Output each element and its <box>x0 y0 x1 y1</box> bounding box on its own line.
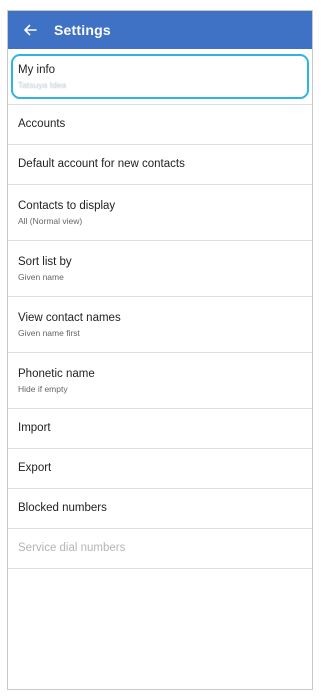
item-label: Service dial numbers <box>18 542 126 554</box>
item-label: Phonetic name <box>18 367 95 380</box>
settings-item-view-contact-names[interactable]: View contact names Given name first <box>8 297 312 353</box>
item-label: Contacts to display <box>18 199 116 212</box>
arrow-left-icon <box>24 24 37 36</box>
settings-item-my-info[interactable]: My info Tatsuya Idea <box>8 49 312 105</box>
settings-item-sort-list-by[interactable]: Sort list by Given name <box>8 241 312 297</box>
item-subtitle: Hide if empty <box>18 383 68 394</box>
settings-item-export[interactable]: Export <box>8 449 312 489</box>
item-subtitle: Given name <box>18 271 64 282</box>
settings-item-accounts[interactable]: Accounts <box>8 105 312 145</box>
item-label: My info <box>18 63 56 76</box>
item-label: Sort list by <box>18 255 72 268</box>
item-subtitle: Given name first <box>18 327 80 338</box>
back-button[interactable] <box>12 11 48 49</box>
item-label: Import <box>18 422 51 434</box>
item-label: Export <box>18 462 52 474</box>
settings-list: My info Tatsuya Idea Accounts Default ac… <box>8 49 312 569</box>
settings-item-phonetic-name[interactable]: Phonetic name Hide if empty <box>8 353 312 409</box>
item-label: View contact names <box>18 311 121 324</box>
settings-item-blocked-numbers[interactable]: Blocked numbers <box>8 489 312 529</box>
item-label: Blocked numbers <box>18 502 107 514</box>
item-subtitle: All (Normal view) <box>18 215 83 226</box>
settings-item-import[interactable]: Import <box>8 409 312 449</box>
settings-item-service-dial-numbers: Service dial numbers <box>8 529 312 569</box>
settings-item-contacts-to-display[interactable]: Contacts to display All (Normal view) <box>8 185 312 241</box>
item-subtitle: Tatsuya Idea <box>18 79 67 90</box>
item-label: Accounts <box>18 118 66 130</box>
page-title: Settings <box>54 22 111 38</box>
phone-screen: Settings My info Tatsuya Idea Accounts D… <box>7 10 313 690</box>
item-label: Default account for new contacts <box>18 158 185 170</box>
settings-item-default-account[interactable]: Default account for new contacts <box>8 145 312 185</box>
app-bar: Settings <box>8 11 312 49</box>
